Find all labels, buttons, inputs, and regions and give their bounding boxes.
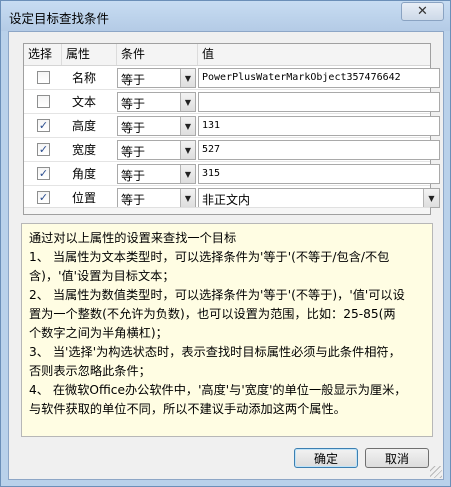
help-line: 2、 当属性为数值类型时，可以选择条件为'等于'(不等于)，'值'可以设 [29,288,405,302]
grid-horizontal-scrollbar[interactable] [24,207,430,214]
close-icon: ✕ [417,4,428,19]
condition-dropdown[interactable]: 等于 ▼ [117,164,196,184]
condition-value: 等于 [121,169,146,183]
table-row: 文本 等于 ▼ [24,90,440,114]
condition-dropdown[interactable]: 等于 ▼ [117,92,196,112]
help-line: 1、 当属性为文本类型时，可以选择条件为'等于'(不等于/包含/不包 [29,250,390,264]
chevron-down-icon[interactable]: ▼ [180,117,195,135]
select-cell: ✓ [24,162,62,186]
chevron-down-icon[interactable]: ▼ [180,189,195,207]
value-dropdown[interactable]: 非正文内 ▼ [198,188,440,208]
value-input[interactable]: PowerPlusWaterMarkObject357476642 [198,68,440,88]
property-name: 宽度 [72,143,97,157]
table-row: ✓ 宽度 等于 ▼ 527 [24,138,440,162]
checkmark-icon: ✓ [38,167,49,180]
select-checkbox[interactable]: ✓ [37,143,50,156]
column-header-value: 值 [202,47,215,61]
help-line: 个数字之间为半角横杠)； [29,326,168,340]
table-row: ✓ 角度 等于 ▼ 315 [24,162,440,186]
select-cell: ✓ [24,114,62,138]
dialog-client-area: 选择 属性 条件 值 名称 等于 ▼ PowerPlusWaterMarkObject… [8,31,444,480]
condition-value: 等于 [121,145,146,159]
cancel-button[interactable]: 取消 [365,448,429,468]
select-cell [24,66,62,90]
select-checkbox[interactable] [37,71,50,84]
table-row: 名称 等于 ▼ PowerPlusWaterMarkObject357476642 [24,66,440,90]
select-checkbox[interactable] [37,95,50,108]
chevron-down-icon[interactable]: ▼ [423,189,439,207]
close-button[interactable]: ✕ [401,2,444,21]
help-line: 通过对以上属性的设置来查找一个目标 [29,231,237,245]
property-name: 名称 [72,71,97,85]
property-name: 角度 [72,167,97,181]
ok-button[interactable]: 确定 [294,448,358,468]
column-header-property: 属性 [62,44,117,65]
value-selected: 非正文内 [202,193,251,207]
condition-grid: 选择 属性 条件 值 名称 等于 ▼ PowerPlusWaterMarkObject… [23,43,440,215]
help-text-panel: 通过对以上属性的设置来查找一个目标 1、 当属性为文本类型时，可以选择条件为'等… [21,223,433,437]
value-input[interactable]: 315 [198,164,440,184]
condition-dropdown[interactable]: 等于 ▼ [117,68,196,88]
checkmark-icon: ✓ [38,119,49,132]
checkmark-icon: ✓ [38,143,49,156]
dialog-window: 设定目标查找条件 ✕ 选择 属性 条件 值 名称 等于 ▼ PowerPlusWate… [0,0,451,487]
column-header-condition: 条件 [117,44,198,65]
help-line: 与软件获取的单位不同，所以不建议手动添加这两个属性。 [29,402,346,416]
title-bar[interactable]: 设定目标查找条件 ✕ [1,1,450,31]
help-line: 4、 在微软Office办公软件中，'高度'与'宽度'的单位一般显示为厘米， [29,383,407,397]
condition-value: 等于 [121,121,146,135]
select-checkbox[interactable]: ✓ [37,119,50,132]
select-checkbox[interactable]: ✓ [37,191,50,204]
grid-header: 选择 属性 条件 值 [24,44,430,66]
select-cell [24,90,62,114]
dialog-title: 设定目标查找条件 [9,11,110,26]
condition-value: 等于 [121,97,146,111]
chevron-down-icon[interactable]: ▼ [180,165,195,183]
value-input[interactable] [198,92,440,112]
table-row: ✓ 高度 等于 ▼ 131 [24,114,440,138]
column-header-select: 选择 [24,44,62,65]
value-input[interactable]: 131 [198,116,440,136]
condition-dropdown[interactable]: 等于 ▼ [117,140,196,160]
help-line: 置为一个整数(不允许为负数)，也可以设置为范围，比如：25-85(两 [29,307,396,321]
property-name: 高度 [72,119,97,133]
value-input[interactable]: 527 [198,140,440,160]
help-line: 否则表示忽略此条件； [29,364,151,378]
help-line: 含)，'值'设置为目标文本； [29,269,175,283]
property-name: 文本 [72,95,97,109]
chevron-down-icon[interactable]: ▼ [180,141,195,159]
chevron-down-icon[interactable]: ▼ [180,69,195,87]
select-cell: ✓ [24,138,62,162]
condition-value: 等于 [121,73,146,87]
help-line: 3、 当'选择'为构选状态时，表示查找时目标属性必须与此条件相符， [29,345,401,359]
condition-dropdown[interactable]: 等于 ▼ [117,116,196,136]
chevron-down-icon[interactable]: ▼ [180,93,195,111]
resize-grip[interactable] [430,466,442,478]
select-checkbox[interactable]: ✓ [37,167,50,180]
condition-dropdown[interactable]: 等于 ▼ [117,188,196,208]
condition-value: 等于 [121,193,146,207]
checkmark-icon: ✓ [38,191,49,204]
